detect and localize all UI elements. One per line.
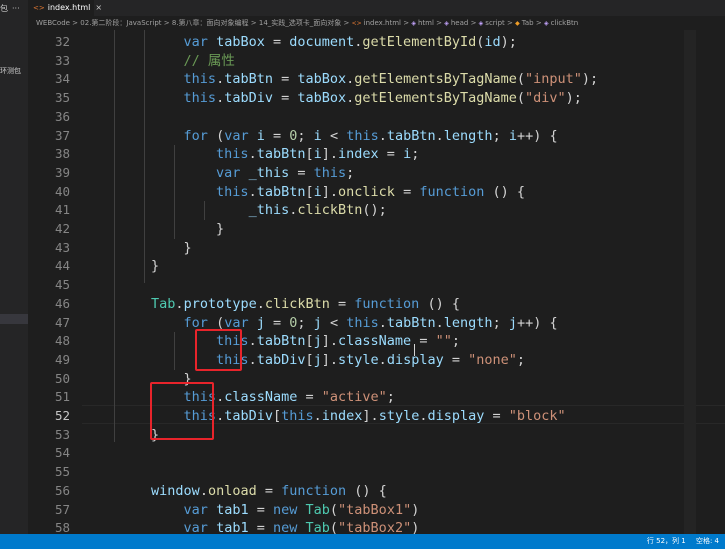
- code-line[interactable]: _this.clickBtn();: [86, 201, 387, 220]
- breadcrumb-item[interactable]: 8.第八章：面向对象编程: [172, 19, 249, 27]
- html-file-icon: <>: [33, 4, 45, 12]
- line-number: 58: [54, 520, 70, 534]
- breadcrumb: WEBCode > 02.第二阶段：JavaScript > 8.第八章：面向对…: [28, 16, 725, 30]
- tab-index-html[interactable]: <> index.html ×: [28, 0, 102, 16]
- code-editor[interactable]: 32 33 34 35 36 37 38 39 40 41 42 43 44 4…: [28, 30, 725, 534]
- status-bar: 行 52，列 1 空格: 4: [0, 534, 725, 549]
- code-line[interactable]: this.tabBtn[j].className = "";: [86, 332, 460, 351]
- breadcrumb-item[interactable]: clickBtn: [551, 19, 579, 27]
- code-line[interactable]: }: [86, 257, 159, 276]
- breadcrumb-item[interactable]: index.html: [364, 19, 401, 27]
- status-right-group: 行 52，列 1 空格: 4: [639, 534, 719, 549]
- code-line[interactable]: this.className = "active";: [86, 388, 395, 407]
- line-number: 57: [54, 501, 70, 517]
- line-number: 46: [54, 295, 70, 311]
- line-number: 40: [54, 183, 70, 199]
- explorer-item-label[interactable]: 环测包: [0, 66, 21, 76]
- code-line[interactable]: this.tabDiv[j].style.display = "none";: [86, 351, 525, 370]
- tab-label: index.html: [47, 3, 91, 12]
- method-icon: ◈: [543, 20, 549, 27]
- breadcrumb-item[interactable]: Tab: [522, 19, 534, 27]
- code-line[interactable]: var _this = this;: [86, 164, 354, 183]
- highlight-box-this-outer: [150, 382, 214, 440]
- explorer-selected-item[interactable]: [0, 314, 28, 324]
- text-cursor-icon: [414, 344, 415, 356]
- code-line[interactable]: this.tabBtn[i].index = i;: [86, 145, 419, 164]
- line-number: 39: [54, 164, 70, 180]
- code-line[interactable]: var tab1 = new Tab("tabBox1"): [86, 501, 420, 520]
- vertical-scrollbar[interactable]: [684, 30, 696, 534]
- code-line[interactable]: var tabBox = document.getElementById(id)…: [86, 33, 517, 52]
- element-icon: ◈: [411, 20, 416, 27]
- code-line[interactable]: Tab.prototype.clickBtn = function () {: [86, 295, 460, 314]
- line-number: 48: [54, 333, 70, 349]
- line-number: 32: [54, 34, 70, 49]
- class-icon: ◆: [515, 20, 520, 27]
- line-number: 43: [54, 239, 70, 255]
- line-number: 34: [54, 71, 70, 87]
- highlight-box-this-loop: [195, 329, 242, 371]
- code-line[interactable]: this.tabBtn = tabBox.getElementsByTagNam…: [86, 70, 599, 89]
- code-line[interactable]: }: [86, 426, 159, 445]
- line-number: 51: [54, 389, 70, 405]
- breadcrumb-item[interactable]: script: [485, 19, 505, 27]
- code-line[interactable]: this.tabDiv = tabBox.getElementsByTagNam…: [86, 89, 582, 108]
- close-icon[interactable]: ×: [95, 3, 102, 12]
- line-number: 49: [54, 351, 70, 367]
- line-number: 50: [54, 370, 70, 386]
- line-number: 35: [54, 90, 70, 106]
- breadcrumb-item[interactable]: head: [451, 19, 468, 27]
- code-line[interactable]: }: [86, 220, 224, 239]
- line-number: 53: [54, 426, 70, 442]
- element-icon: ◈: [478, 20, 484, 27]
- line-number: 38: [54, 146, 70, 162]
- breadcrumb-item[interactable]: 14_实践_选项卡_面向对象: [259, 19, 341, 27]
- code-line[interactable]: }: [86, 239, 192, 258]
- line-number-active: 52: [54, 408, 70, 423]
- explorer-header: 包 ···: [0, 3, 20, 14]
- breadcrumb-item[interactable]: WEBCode: [36, 19, 70, 27]
- line-number: 33: [54, 52, 70, 68]
- tab-bar: <> index.html ×: [28, 0, 725, 16]
- line-number: 36: [54, 108, 70, 124]
- explorer-sidebar: 包 ··· 环测包: [0, 0, 28, 534]
- code-line[interactable]: this.tabBtn[i].onclick = function () {: [86, 183, 525, 202]
- line-number: 55: [54, 464, 70, 480]
- line-number: 44: [54, 258, 70, 274]
- line-number: 45: [54, 277, 70, 293]
- ellipsis-icon[interactable]: ···: [12, 4, 20, 13]
- line-number: 56: [54, 482, 70, 498]
- code-line[interactable]: for (var i = 0; i < this.tabBtn.length; …: [86, 127, 558, 146]
- line-number: 37: [54, 127, 70, 143]
- indent-setting[interactable]: 空格: 4: [696, 537, 719, 545]
- line-number: 54: [54, 445, 70, 461]
- code-line[interactable]: // 属性: [86, 52, 235, 71]
- code-line[interactable]: var tab1 = new Tab("tabBox2"): [86, 519, 420, 534]
- code-line[interactable]: window.onload = function () {: [86, 482, 387, 501]
- cursor-position[interactable]: 行 52，列 1: [647, 537, 686, 545]
- breadcrumb-item[interactable]: html: [418, 19, 434, 27]
- breadcrumb-item[interactable]: 02.第二阶段：JavaScript: [80, 19, 161, 27]
- element-icon: ◈: [444, 20, 449, 27]
- line-number: 42: [54, 221, 70, 236]
- code-line[interactable]: for (var j = 0; j < this.tabBtn.length; …: [86, 314, 558, 333]
- explorer-title: 包: [0, 4, 8, 13]
- html-file-icon: <>: [351, 20, 362, 27]
- line-number: 41: [54, 202, 70, 218]
- line-number: 47: [54, 314, 70, 330]
